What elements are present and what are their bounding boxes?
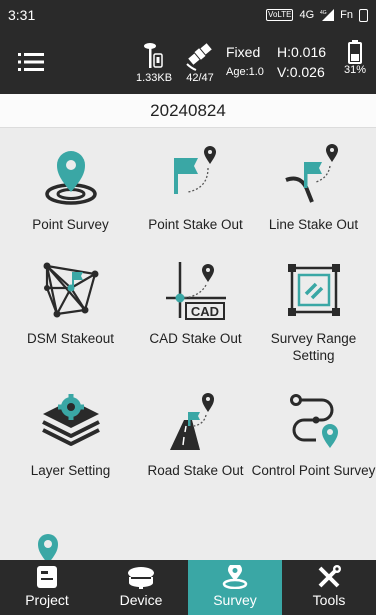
receiver-battery: 31% (341, 40, 369, 76)
battery-icon (348, 40, 362, 64)
gnss-toolbar: 1.33KB 42/47 Fixed Age:1.0 H:0.016 V:0.0… (0, 30, 376, 94)
location-pin-icon (37, 534, 58, 560)
satellite-icon (186, 43, 212, 71)
fn-label: Fn (340, 9, 353, 21)
device-icon (128, 567, 154, 589)
nav-label: Survey (213, 592, 257, 608)
nav-label: Project (25, 592, 69, 608)
layer-setting-icon (41, 394, 100, 446)
nav-label: Device (119, 592, 163, 608)
status-icons: VoLTE 4G 4G Fn (266, 8, 368, 22)
fix-status: Fixed (226, 44, 261, 60)
tile-label: Point Stake Out (148, 217, 243, 232)
survey-function-grid: Point Survey Point Stake Out Line Stake … (0, 128, 376, 560)
tile-road-stakeout[interactable]: Road Stake Out (133, 390, 258, 479)
tile-cad-stakeout[interactable]: CAD CAD Stake Out (133, 258, 258, 347)
point-stakeout-icon (173, 146, 216, 194)
tile-dsm-stakeout[interactable]: DSM Stakeout (8, 258, 133, 347)
road-stakeout-icon (169, 393, 214, 450)
volte-badge: VoLTE (266, 9, 294, 21)
cad-stakeout-icon: CAD (165, 262, 226, 320)
tile-point-survey[interactable]: Point Survey (8, 144, 133, 233)
cad-badge: CAD (190, 304, 218, 319)
survey-range-icon (287, 264, 340, 316)
satellite-count: 42/47 (186, 72, 214, 84)
nav-device[interactable]: Device (94, 560, 188, 615)
project-icon (37, 566, 57, 588)
nav-tools[interactable]: Tools (282, 560, 376, 615)
nav-label: Tools (312, 592, 346, 608)
tile-layer-setting[interactable]: Layer Setting (8, 390, 133, 479)
network-small-label: 4G (320, 10, 327, 16)
correction-age: Age:1.0 (226, 66, 264, 78)
tile-label: Line Stake Out (268, 217, 359, 232)
line-stakeout-icon (284, 144, 338, 203)
network-type: 4G (299, 9, 315, 21)
data-rate: 1.33KB (135, 72, 173, 84)
tile-label: Road Stake Out (147, 463, 244, 478)
menu-icon[interactable] (18, 52, 44, 72)
tile-label: Survey Range Setting (270, 331, 357, 363)
control-point-icon (289, 394, 338, 448)
tile-label: CAD Stake Out (149, 331, 242, 346)
data-link-status[interactable]: 1.33KB (132, 40, 176, 85)
tile-partial[interactable] (0, 528, 110, 560)
signal-icon: 4G (320, 9, 335, 21)
satellite-status[interactable]: 42/47 (180, 40, 220, 85)
survey-icon (222, 565, 248, 589)
tile-survey-range-setting[interactable]: Survey Range Setting (251, 258, 376, 364)
tile-label: Control Point Survey (251, 463, 376, 478)
clock: 3:31 (8, 7, 36, 23)
tools-icon (318, 565, 341, 588)
precision-block: H:0.016 V:0.026 (277, 42, 326, 82)
dsm-stakeout-icon (43, 262, 98, 318)
tile-label: Point Survey (32, 217, 109, 232)
fix-status-block: Fixed Age:1.0 (226, 42, 264, 82)
vertical-precision: V:0.026 (277, 64, 325, 80)
tile-control-point-survey[interactable]: Control Point Survey (251, 390, 376, 479)
project-name-bar: 20240824 (0, 94, 376, 128)
nav-project[interactable]: Project (0, 560, 94, 615)
point-survey-icon (44, 151, 97, 205)
tile-label: Layer Setting (30, 463, 111, 478)
tile-label: DSM Stakeout (26, 331, 115, 346)
battery-percent: 31% (343, 64, 367, 76)
tile-line-stakeout[interactable]: Line Stake Out (251, 144, 376, 233)
antenna-icon (144, 43, 163, 68)
status-battery-icon (359, 8, 368, 22)
bottom-navigation: Project Device Survey Tools (0, 560, 376, 615)
status-bar: 3:31 VoLTE 4G 4G Fn (0, 0, 376, 30)
nav-survey[interactable]: Survey (188, 560, 282, 615)
project-name: 20240824 (150, 100, 226, 120)
tile-point-stakeout[interactable]: Point Stake Out (133, 144, 258, 233)
horizontal-precision: H:0.016 (277, 44, 327, 60)
